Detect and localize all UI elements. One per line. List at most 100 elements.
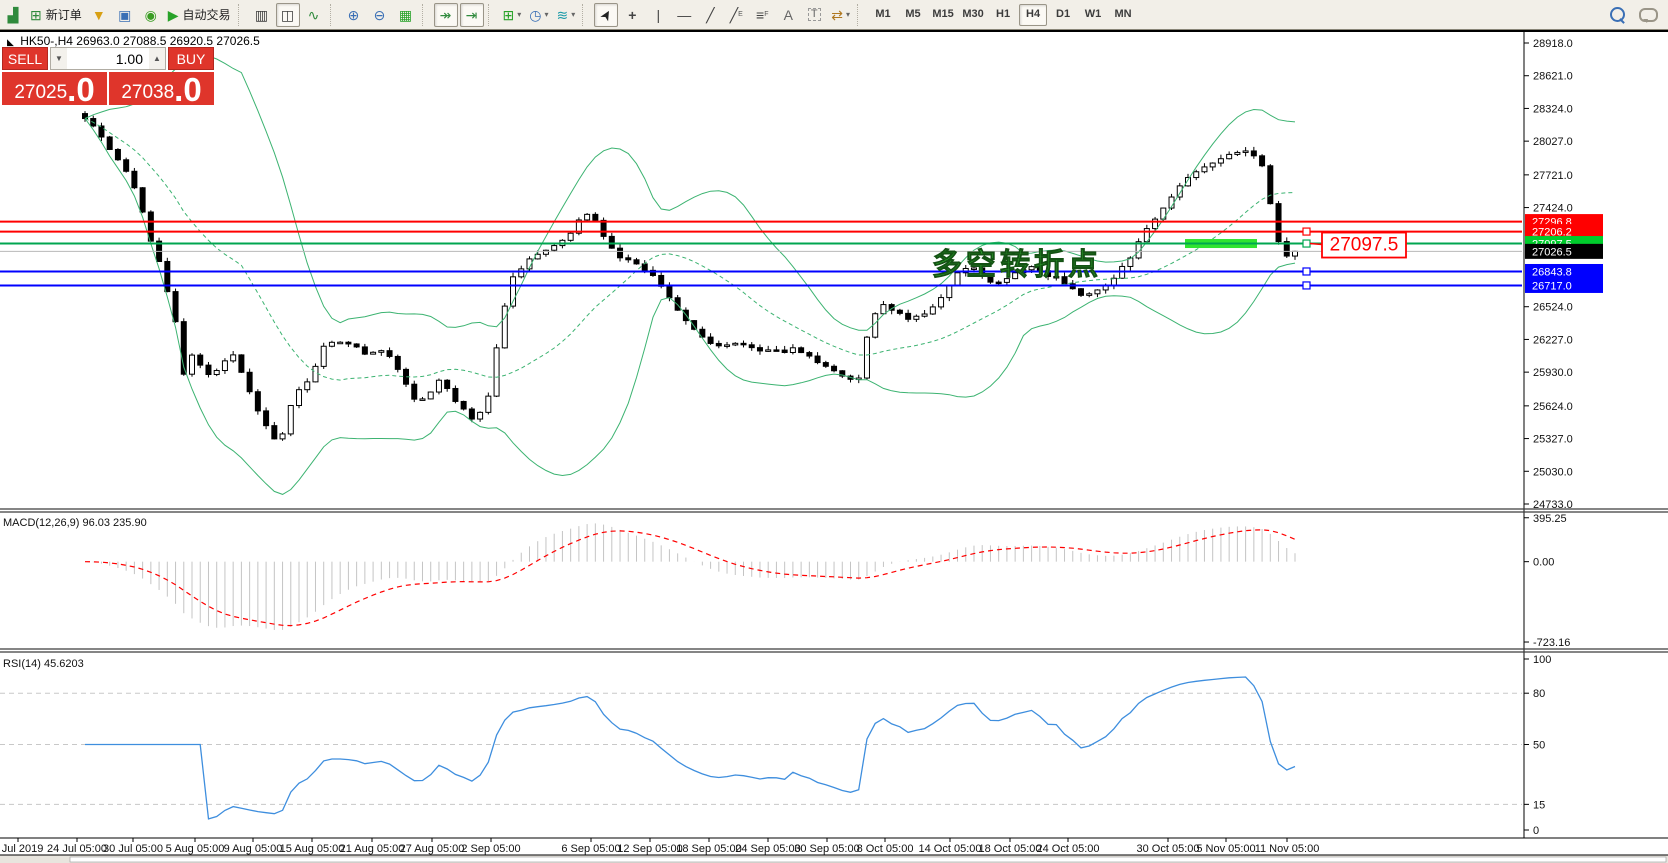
signals-button[interactable]: ◉ bbox=[139, 3, 163, 27]
autotrading-button-label: 自动交易 bbox=[183, 9, 231, 21]
vline-button[interactable]: | bbox=[646, 3, 670, 27]
tf-w1[interactable]: W1 bbox=[1079, 4, 1107, 26]
tf-mn[interactable]: MN bbox=[1109, 4, 1137, 26]
toolbar-separator bbox=[857, 4, 865, 26]
buy-button[interactable]: BUY bbox=[168, 47, 214, 70]
label-button[interactable]: T bbox=[802, 3, 826, 27]
line-handle[interactable] bbox=[1303, 268, 1310, 275]
search-icon[interactable] bbox=[1610, 7, 1625, 22]
cursor-button[interactable]: ➤ bbox=[594, 3, 618, 27]
toolbar-separator bbox=[488, 4, 496, 26]
bar-chart-button[interactable]: ▥ bbox=[250, 3, 274, 27]
volume-increase-button[interactable]: ▲ bbox=[149, 48, 165, 69]
tile-windows-icon: ▦ bbox=[399, 8, 412, 22]
candlestick-button[interactable]: ◫ bbox=[276, 3, 300, 27]
new-chart-button[interactable]: ⊞▾ bbox=[500, 3, 525, 27]
x-tick-label: 5 Aug 05:00 bbox=[166, 843, 225, 855]
vline-icon: | bbox=[656, 8, 660, 22]
x-tick-label: 8 Oct 05:00 bbox=[857, 843, 914, 855]
svg-text:0: 0 bbox=[1533, 825, 1539, 837]
marketwatch-button[interactable]: ▼ bbox=[87, 3, 111, 27]
autotrading-icon: ▶ bbox=[168, 8, 179, 22]
toolbar-separator bbox=[238, 4, 246, 26]
y-tick-label: 28918.0 bbox=[1533, 38, 1573, 50]
y-tick-label: 27721.0 bbox=[1533, 170, 1573, 182]
tile-windows-button[interactable]: ▦ bbox=[394, 3, 418, 27]
channel-button[interactable]: ╱E bbox=[724, 3, 748, 27]
fibonacci-button[interactable]: ≡F bbox=[750, 3, 774, 27]
tf-h4[interactable]: H4 bbox=[1019, 4, 1047, 26]
chat-icon[interactable] bbox=[1639, 8, 1658, 22]
clipped-chart-button[interactable]: ▟ bbox=[1, 3, 25, 27]
toolbar-left: ▟⊞新订单▼▣◉▶自动交易▥◫∿⊕⊖▦↠⇥⊞▾◷▾≋▾➤+|—╱╱E≡FAT⇄▾… bbox=[0, 0, 1138, 29]
trade-row-prices: 27025.0 27038.0 bbox=[2, 72, 214, 105]
autotrading-button[interactable]: ▶ 自动交易 bbox=[165, 3, 234, 27]
sell-button[interactable]: SELL bbox=[2, 47, 48, 70]
tf-m1[interactable]: M1 bbox=[869, 4, 897, 26]
chart-frame bbox=[0, 30, 1668, 838]
chart-shift-button[interactable]: ⇥ bbox=[460, 3, 484, 27]
y-tick-label: 25327.0 bbox=[1533, 434, 1573, 446]
periods-button[interactable]: ◷▾ bbox=[526, 3, 551, 27]
indicators-button[interactable]: ≋▾ bbox=[554, 3, 579, 27]
text-button[interactable]: A bbox=[776, 3, 800, 27]
price-axis: 28918.028621.028324.028027.027721.027424… bbox=[1524, 38, 1603, 511]
y-tick-label: 28621.0 bbox=[1533, 71, 1573, 83]
line-handle[interactable] bbox=[1303, 282, 1310, 289]
horizontal-scrollbar[interactable] bbox=[70, 857, 1666, 862]
hline-button[interactable]: — bbox=[672, 3, 696, 27]
trendline-button[interactable]: ╱ bbox=[698, 3, 722, 27]
chart-window[interactable]: 多空转折点27097.528918.028621.028324.028027.0… bbox=[0, 30, 1668, 863]
line-handle[interactable] bbox=[1303, 240, 1310, 247]
buy-price: 27038 bbox=[121, 83, 174, 104]
svg-text:80: 80 bbox=[1533, 688, 1545, 700]
signal-icon: ◉ bbox=[145, 8, 157, 22]
x-tick-label: 3 Jul 2019 bbox=[0, 843, 43, 855]
crosshair-button[interactable]: + bbox=[620, 3, 644, 27]
price-callout: 27097.5 bbox=[1322, 233, 1406, 258]
x-tick-label: 24 Oct 05:00 bbox=[1037, 843, 1100, 855]
channel-icon: ╱ bbox=[730, 8, 738, 22]
x-tick-label: 30 Oct 05:00 bbox=[1137, 843, 1200, 855]
sell-price: 27025 bbox=[14, 83, 67, 104]
x-tick-label: 15 Aug 05:00 bbox=[280, 843, 345, 855]
cursor-icon: ➤ bbox=[597, 6, 615, 23]
x-tick-label: 6 Sep 05:00 bbox=[561, 843, 620, 855]
buy-price-button[interactable]: 27038.0 bbox=[109, 72, 214, 105]
chevron-down-icon: ▾ bbox=[545, 11, 549, 19]
zoom-in-button[interactable]: ⊕ bbox=[342, 3, 366, 27]
x-tick-label: 24 Sep 05:00 bbox=[735, 843, 800, 855]
x-tick-label: 14 Oct 05:00 bbox=[919, 843, 982, 855]
new-order-button[interactable]: ⊞新订单 bbox=[27, 3, 85, 27]
rsi-label: RSI(14) 45.6203 bbox=[3, 658, 84, 670]
tf-d1[interactable]: D1 bbox=[1049, 4, 1077, 26]
autoscroll-button[interactable]: ↠ bbox=[434, 3, 458, 27]
candlestick-icon: ◫ bbox=[281, 8, 294, 22]
arrows-button[interactable]: ⇄▾ bbox=[828, 3, 853, 27]
funnel-icon: ▼ bbox=[92, 8, 106, 22]
chart-shift-icon: ⇥ bbox=[466, 8, 478, 22]
volume-decrease-button[interactable]: ▼ bbox=[51, 48, 67, 69]
x-tick-label: 27 Aug 05:00 bbox=[400, 843, 465, 855]
line-handle[interactable] bbox=[1303, 228, 1310, 235]
chart-canvas[interactable]: 多空转折点27097.528918.028621.028324.028027.0… bbox=[0, 30, 1668, 863]
x-tick-label: 9 Aug 05:00 bbox=[224, 843, 283, 855]
y-tick-label: 25624.0 bbox=[1533, 401, 1573, 413]
y-tick-label: 24733.0 bbox=[1533, 499, 1573, 511]
tf-m15[interactable]: M15 bbox=[929, 4, 957, 26]
tf-h1[interactable]: H1 bbox=[989, 4, 1017, 26]
x-tick-label: 30 Sep 05:00 bbox=[794, 843, 859, 855]
new-order-icon: ⊞ bbox=[30, 8, 42, 22]
x-tick-label: 24 Jul 05:00 bbox=[47, 843, 107, 855]
line-chart-button[interactable]: ∿ bbox=[302, 3, 326, 27]
tf-m30[interactable]: M30 bbox=[959, 4, 987, 26]
svg-text:27026.5: 27026.5 bbox=[1532, 246, 1572, 258]
tf-m5[interactable]: M5 bbox=[899, 4, 927, 26]
indicators-icon: ≋ bbox=[557, 8, 569, 22]
annotation-text: 多空转折点 bbox=[932, 248, 1102, 281]
navigator-button[interactable]: ▣ bbox=[113, 3, 137, 27]
label-icon: T bbox=[808, 8, 821, 21]
zoom-out-button[interactable]: ⊖ bbox=[368, 3, 392, 27]
volume-input[interactable]: 1.00 bbox=[67, 48, 149, 69]
sell-price-button[interactable]: 27025.0 bbox=[2, 72, 107, 105]
